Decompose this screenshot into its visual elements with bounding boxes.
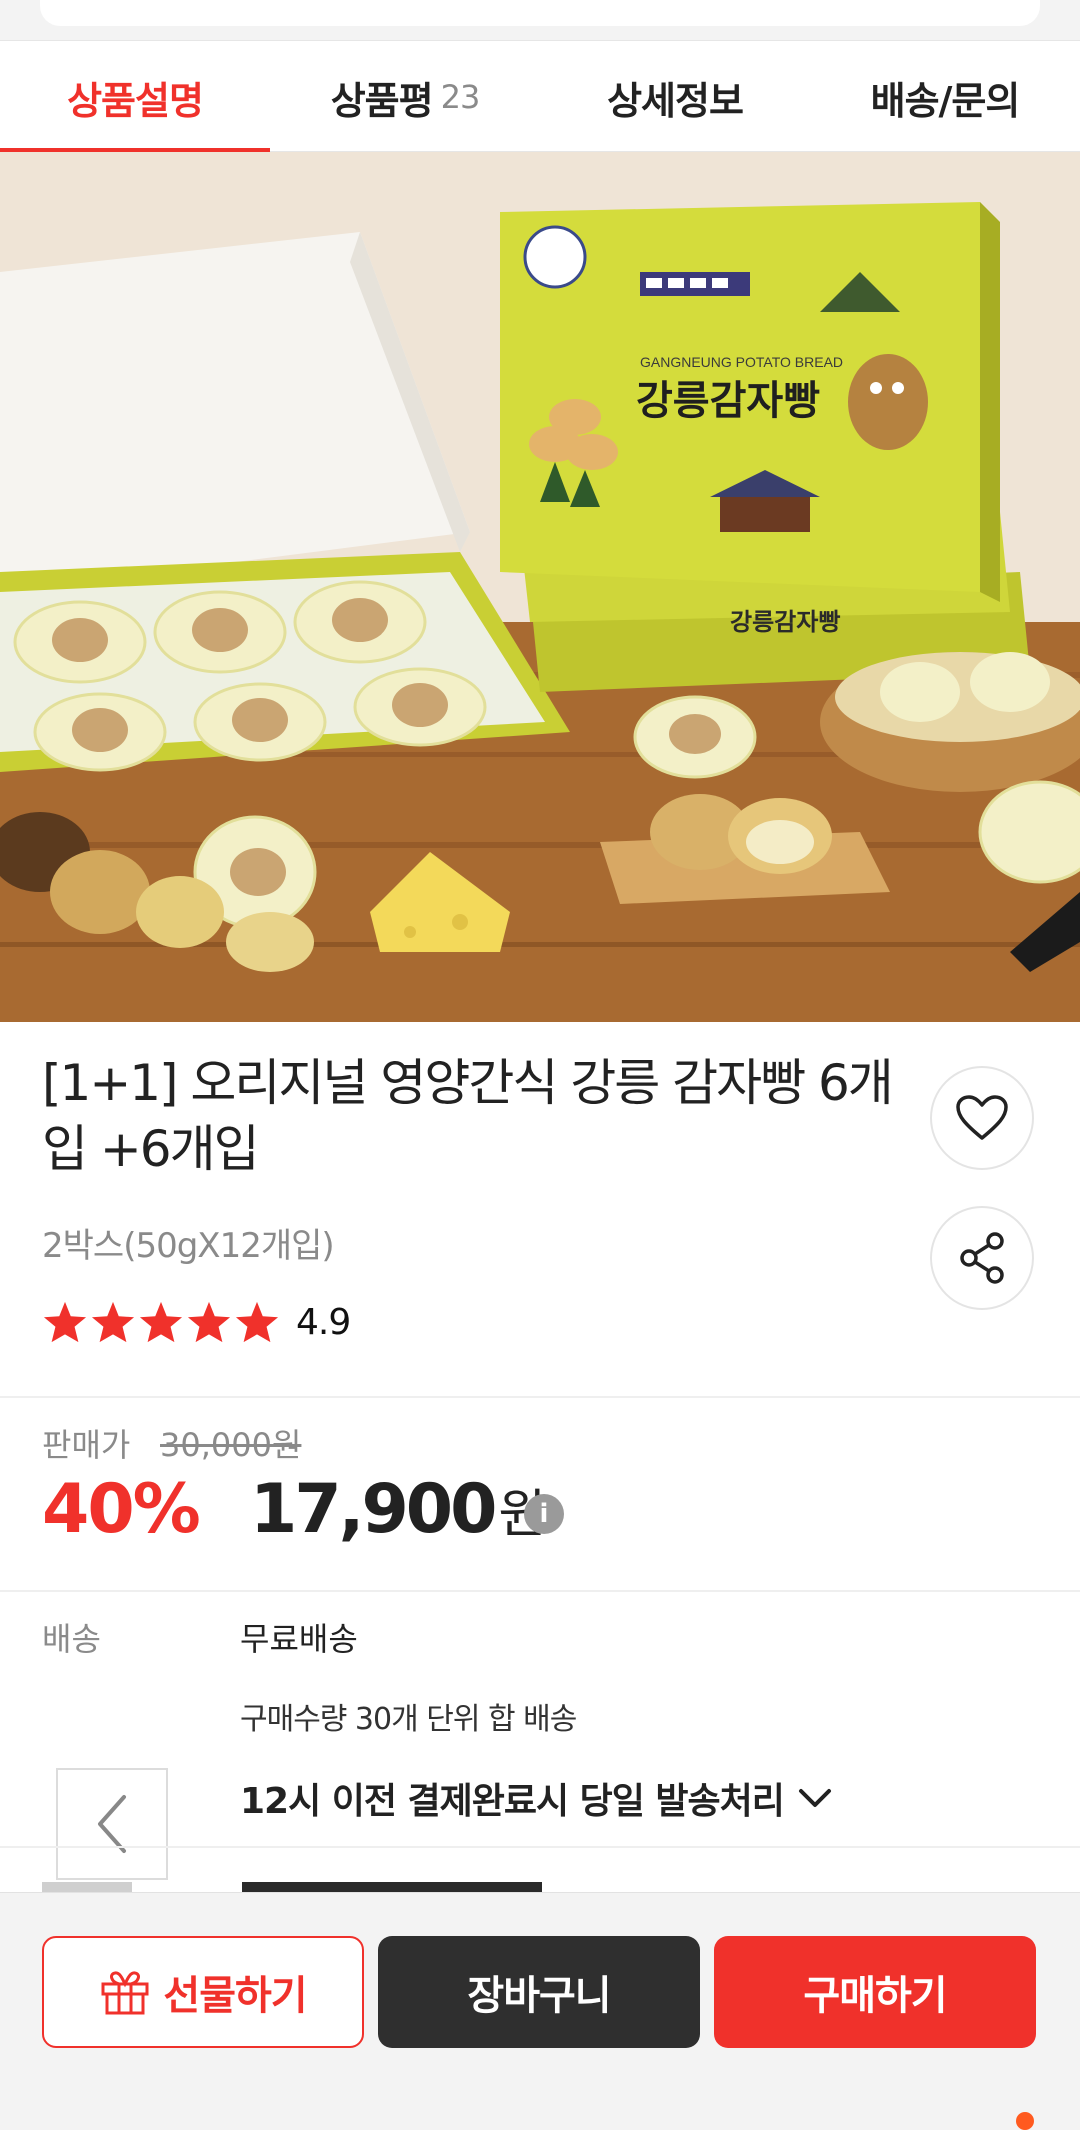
star-icon xyxy=(139,1301,183,1343)
shipping-note: 구매수량 30개 단위 합 배송 xyxy=(240,1702,577,1737)
product-rating[interactable]: 4.9 xyxy=(42,1300,351,1344)
cart-button[interactable]: 장바구니 xyxy=(378,1936,700,2048)
tab-details[interactable]: 상세정보 xyxy=(540,41,810,153)
product-option: 2박스(50gX12개입) xyxy=(42,1226,335,1266)
cart-button-label: 장바구니 xyxy=(467,1973,611,2019)
gift-icon xyxy=(101,1971,149,2015)
shipping-label: 배송 xyxy=(42,1620,101,1658)
tab-description[interactable]: 상품설명 xyxy=(0,41,270,155)
star-icon xyxy=(43,1301,87,1343)
search-bar-edge[interactable] xyxy=(40,0,1040,26)
box-side-label: 강릉감자빵 xyxy=(730,608,840,636)
box-title-english: GANGNEUNG POTATO BREAD xyxy=(640,354,843,370)
star-icon xyxy=(187,1301,231,1343)
section-divider xyxy=(0,1846,1080,1848)
notification-dot xyxy=(1016,2112,1034,2130)
buy-button[interactable]: 구매하기 xyxy=(714,1936,1036,2048)
sale-price: 17,900원 xyxy=(250,1470,546,1549)
product-photo: GANGNEUNG POTATO BREAD 강릉감자빵 강릉감자빵 xyxy=(0,152,1080,1022)
price-info-icon[interactable]: i xyxy=(524,1494,564,1534)
share-icon xyxy=(960,1232,1004,1284)
product-tabs: 상품설명 상품평 23 상세정보 배송/문의 xyxy=(0,40,1080,155)
gift-button-label: 선물하기 xyxy=(163,1973,307,2019)
rating-score: 4.9 xyxy=(296,1301,351,1343)
section-divider xyxy=(0,1396,1080,1398)
star-rating xyxy=(42,1300,280,1344)
price-label: 판매가 xyxy=(42,1426,131,1464)
gift-button[interactable]: 선물하기 xyxy=(42,1936,364,2048)
chevron-down-icon xyxy=(798,1789,831,1807)
sale-price-amount: 17,900 xyxy=(250,1470,497,1549)
product-image-carousel[interactable]: GANGNEUNG POTATO BREAD 강릉감자빵 강릉감자빵 xyxy=(0,152,1080,1022)
share-button[interactable] xyxy=(930,1206,1034,1310)
tab-reviews[interactable]: 상품평 23 xyxy=(270,41,540,153)
back-button[interactable] xyxy=(56,1768,168,1880)
tab-description-label: 상품설명 xyxy=(67,78,204,123)
cut-off-row xyxy=(42,1882,1042,1892)
box-title-korean: 강릉감자빵 xyxy=(636,378,820,424)
original-price: 30,000원 xyxy=(160,1426,302,1464)
heart-icon xyxy=(956,1095,1008,1140)
star-icon xyxy=(91,1301,135,1343)
buy-button-label: 구매하기 xyxy=(803,1973,947,2019)
tab-reviews-label: 상품평 xyxy=(330,78,434,123)
discount-rate: 40% xyxy=(42,1470,201,1549)
star-icon xyxy=(235,1301,279,1343)
product-title: [1+1] 오리지널 영양간식 강릉 감자빵 6개입 +6개입 xyxy=(42,1054,894,1178)
tab-reviews-count: 23 xyxy=(440,78,481,116)
shipping-value: 무료배송 xyxy=(240,1620,358,1658)
system-nav-strip xyxy=(0,2090,1080,2130)
dispatch-info-toggle[interactable]: 12시 이전 결제완료시 당일 발송처리 xyxy=(240,1772,832,1824)
section-divider xyxy=(0,1590,1080,1592)
like-button[interactable] xyxy=(930,1066,1034,1170)
tab-shipping-inquiry-label: 배송/문의 xyxy=(870,78,1021,123)
dispatch-info-text: 12시 이전 결제완료시 당일 발송처리 xyxy=(240,1781,785,1822)
tab-shipping-inquiry[interactable]: 배송/문의 xyxy=(810,41,1080,153)
tab-details-label: 상세정보 xyxy=(607,78,744,123)
top-search-strip xyxy=(0,0,1080,40)
